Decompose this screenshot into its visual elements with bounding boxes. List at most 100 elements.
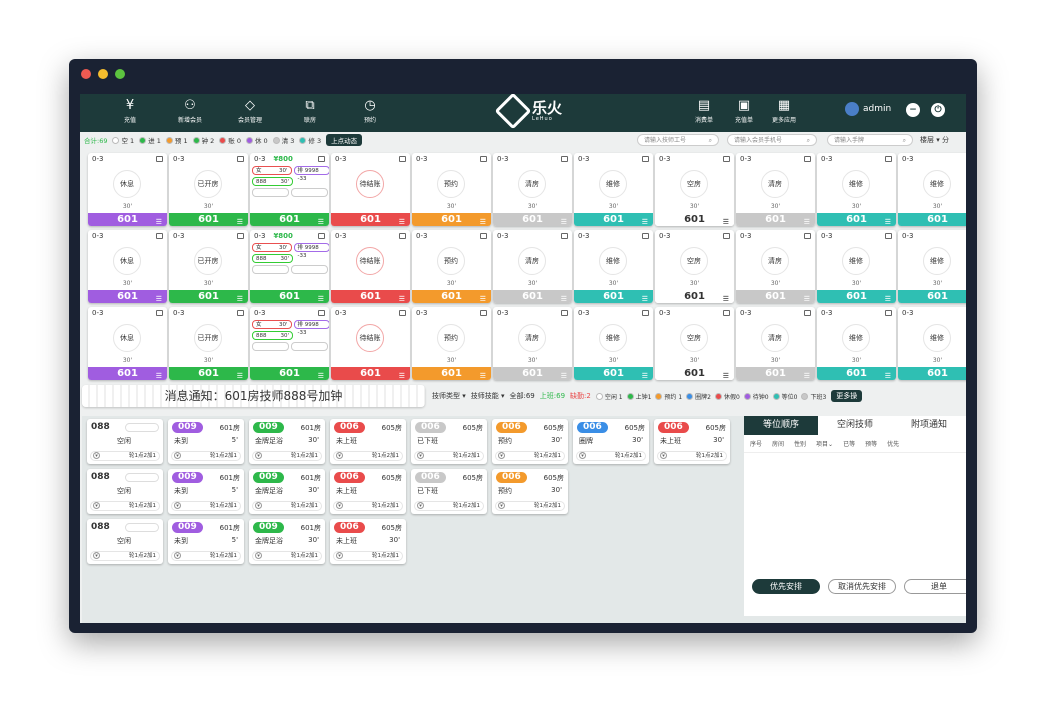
room-card[interactable]: 0-3维修30'601☰ [898,307,966,380]
message-icon[interactable] [399,233,406,239]
guest-pill-empty[interactable] [252,342,289,351]
tech-card[interactable]: 009 601房 金牌足浴 30' ¥ 轮1点2加1 [249,419,325,464]
power-icon[interactable]: ⏻ [931,103,945,117]
guest-pill[interactable]: 女 30' [252,243,292,252]
close-dot[interactable] [81,69,91,79]
room-card[interactable]: 0-3 休息 30' 601 ☰ [88,307,167,380]
menu-icon[interactable]: ☰ [237,370,243,380]
message-icon[interactable] [561,233,568,239]
room-card[interactable]: 0-3维修30'601☰ [817,307,896,380]
room-card[interactable]: 0-3 预约 30' 601 ☰ [412,153,491,226]
menu-icon[interactable]: ☰ [480,370,486,380]
message-icon[interactable] [804,156,811,162]
user-menu[interactable]: admin [845,102,891,116]
menu-icon[interactable]: ☰ [723,293,729,303]
message-icon[interactable] [561,310,568,316]
guest-pill[interactable]: 女 30' [252,166,292,175]
menu-icon[interactable]: ☰ [399,370,405,380]
toolbar-recharge-button[interactable]: ▣ 充值单 [724,97,764,124]
menu-icon[interactable]: ☰ [318,216,324,226]
room-card[interactable]: 0-3维修30'601☰ [898,230,966,303]
bracelet-search[interactable]: 请输入手牌 ⌕ [827,134,913,146]
menu-icon[interactable]: ☰ [480,216,486,226]
menu-icon[interactable]: ☰ [156,293,162,303]
tech-card[interactable]: 088 空闲 ¥ 轮1点2加1 [87,519,163,564]
guest-pill[interactable]: 888 30' [252,177,293,186]
message-icon[interactable] [399,156,406,162]
tech-card[interactable]: 006 605房 未上班 ¥ 轮1点2加1 [330,469,406,514]
message-icon[interactable] [723,156,730,162]
room-card[interactable]: 0-3 ¥800 女 30' 排 9998 -33 888 30' 601 ☰ [250,153,329,226]
message-icon[interactable] [804,310,811,316]
tech-card[interactable]: 006 605房 圈牌 30' ¥ 轮1点2加1 [573,419,649,464]
tech-card[interactable]: 009 601房 未到 5' ¥ 轮1点2加1 [168,469,244,514]
menu-icon[interactable]: ☰ [804,370,810,380]
minimize-dot[interactable] [98,69,108,79]
status-filter-item[interactable]: 进 1 [139,135,161,145]
room-card[interactable]: 0-3 清房 30' 601 ☰ [736,307,815,380]
menu-icon[interactable]: ☰ [318,293,324,303]
message-icon[interactable] [156,156,163,162]
menu-icon[interactable]: ☰ [561,293,567,303]
menu-icon[interactable]: ☰ [804,216,810,226]
message-icon[interactable] [723,233,730,239]
message-icon[interactable] [237,310,244,316]
room-card[interactable]: 0-3 女 30' 排 9998 -33 888 30' 601 ☰ [250,307,329,380]
toolbar-receipt-button[interactable]: ▤ 消费单 [684,97,724,124]
tech-filter-item[interactable]: 圈牌2 [686,392,711,401]
message-icon[interactable] [480,310,487,316]
tech-filter-item[interactable]: 休假0 [714,392,740,401]
message-icon[interactable] [885,310,892,316]
guest-pill-empty[interactable] [291,265,328,274]
guest-pill-empty[interactable] [291,188,328,197]
tech-card[interactable]: 088 空闲 ¥ 轮1点2加1 [87,469,163,514]
message-icon[interactable] [642,156,649,162]
message-icon[interactable] [561,156,568,162]
status-filter-item[interactable]: 休 0 [245,135,268,145]
guest-pill[interactable]: 888 30' [252,254,293,263]
room-card[interactable]: 0-3维修30'601☰ [898,153,966,226]
message-icon[interactable] [156,233,163,239]
menu-icon[interactable]: ☰ [237,293,243,303]
guest-pill-empty[interactable] [291,342,328,351]
tech-card[interactable]: 006 605房 预约 30' ¥ 轮1点2加1 [492,469,568,514]
room-card[interactable]: 0-3 休息 30' 601 ☰ [88,153,167,226]
room-card[interactable]: 0-3 清房 30' 601 ☰ [736,230,815,303]
toolbar-add-user-button[interactable]: ⚇ 新增会员 [170,97,210,124]
room-card[interactable]: 0-3维修30'601☰ [574,153,653,226]
tech-card[interactable]: 006 605房 预约 30' ¥ 轮1点2加1 [492,419,568,464]
dynamic-button[interactable]: 上点动态 [326,134,363,146]
message-icon[interactable] [237,156,244,162]
prioritize-button[interactable]: 优先安排 [752,579,820,594]
menu-icon[interactable]: ☰ [642,216,648,226]
menu-icon[interactable]: ☰ [561,370,567,380]
room-card[interactable]: 0-3 清房 30' 601 ☰ [493,153,572,226]
status-filter-item[interactable]: 钟 2 [192,135,214,145]
tech-card[interactable]: 009 601房 未到 5' ¥ 轮1点2加1 [168,419,244,464]
message-icon[interactable] [642,233,649,239]
toolbar-yen-button[interactable]: ¥ 充值 [110,97,150,124]
guest-pill[interactable]: 排 9998 -33 [293,320,329,336]
menu-icon[interactable]: ☰ [156,370,162,380]
cancel-order-button[interactable]: 退单 [904,579,966,594]
menu-icon[interactable]: ☰ [561,216,567,226]
guest-pill[interactable]: 排 9998 -33 [293,243,329,259]
room-card[interactable]: 0-3 待结账 601 ☰ [331,230,410,303]
message-icon[interactable] [723,310,730,316]
menu-icon[interactable]: ☰ [480,293,486,303]
tech-card[interactable]: 006 605房 未上班 ¥ 轮1点2加1 [330,419,406,464]
toolbar-link-rooms-button[interactable]: ⧉ 联房 [290,97,330,124]
tech-card[interactable]: 088 空闲 ¥ 轮1点2加1 [87,419,163,464]
tech-id-search[interactable]: 请输入技师工号 ⌕ [637,134,719,146]
toolbar-diamond-button[interactable]: ◇ 会员管理 [230,97,270,124]
room-card[interactable]: 0-3 已开房 30' 601 ☰ [169,153,248,226]
room-card[interactable]: 0-3 休息 30' 601 ☰ [88,230,167,303]
maximize-dot[interactable] [115,69,125,79]
room-card[interactable]: 0-3 清房 30' 601 ☰ [493,230,572,303]
tech-card[interactable]: 006 605房 已下班 ¥ 轮1点2加1 [411,469,487,514]
menu-icon[interactable]: ☰ [642,370,648,380]
floor-select[interactable]: 楼层 ▾ 分 [920,135,949,145]
status-filter-item[interactable]: 清 3 [272,135,294,145]
message-icon[interactable] [318,156,325,162]
room-card[interactable]: 0-3 预约 30' 601 ☰ [412,307,491,380]
